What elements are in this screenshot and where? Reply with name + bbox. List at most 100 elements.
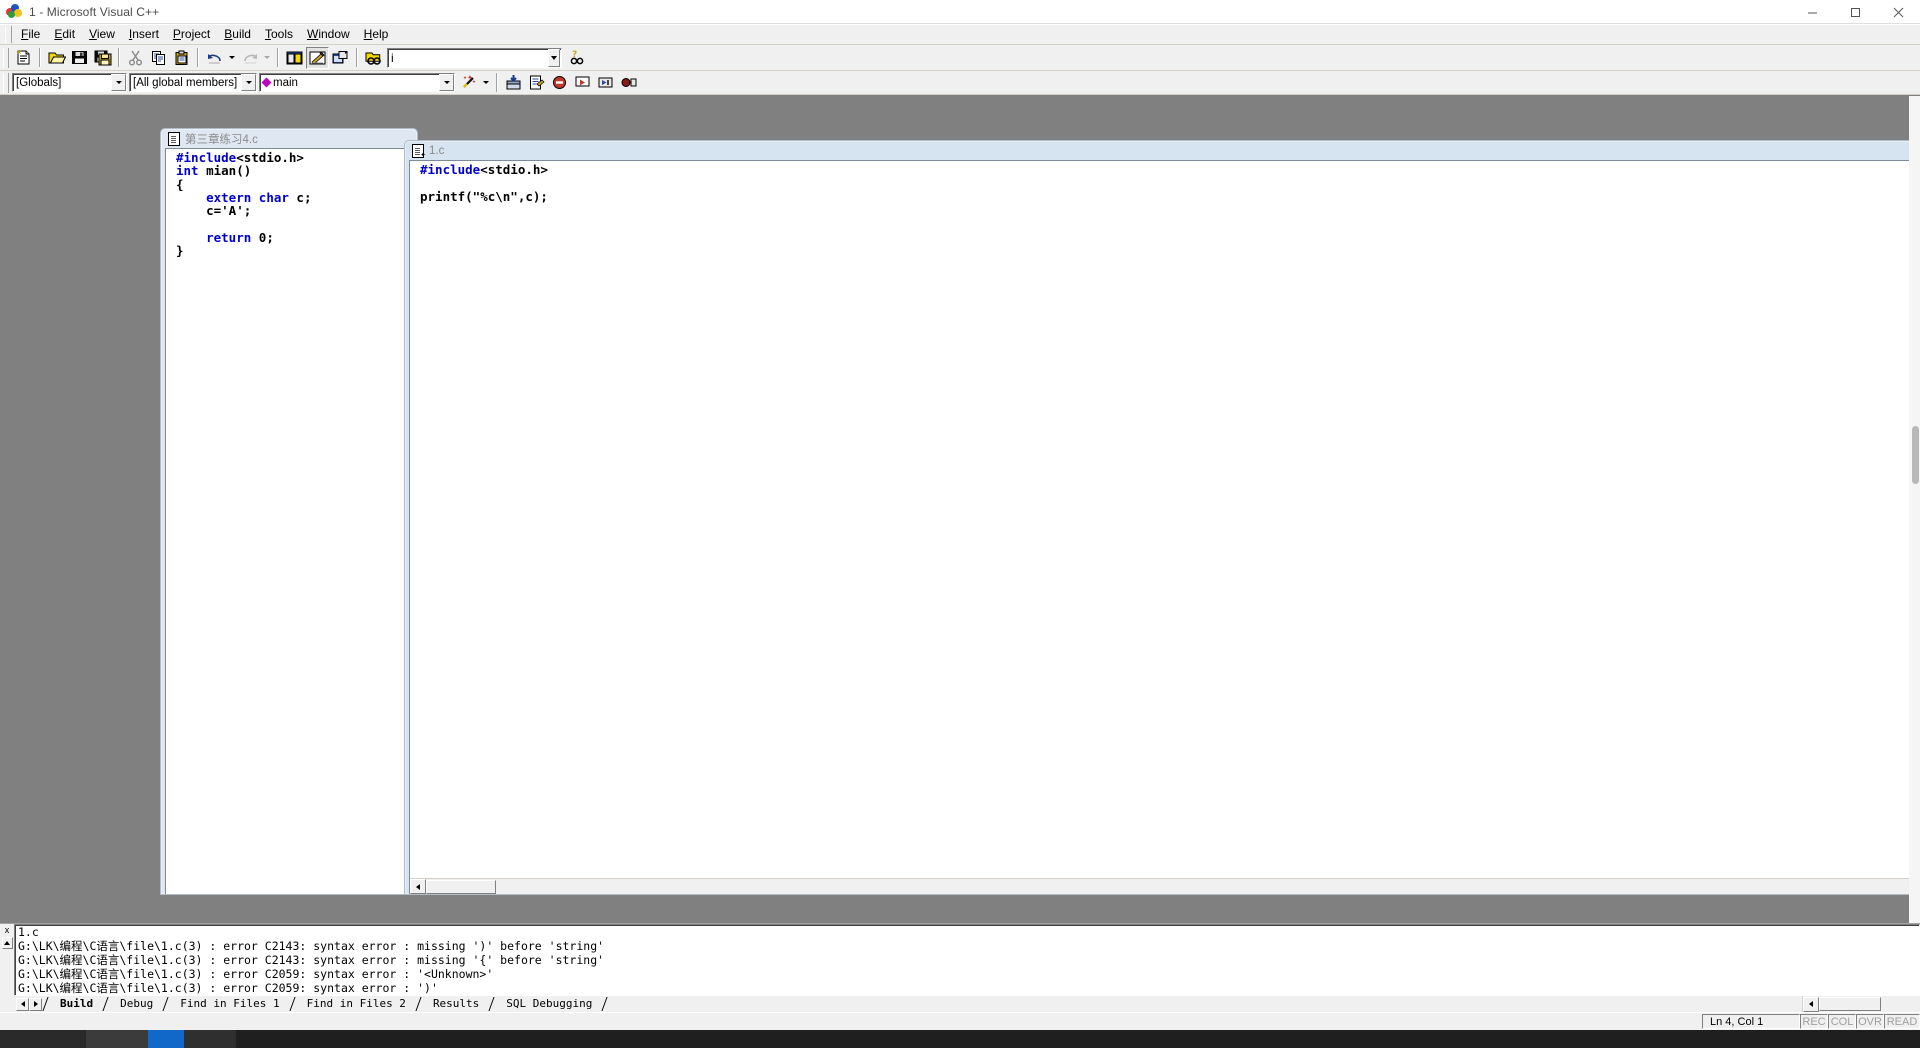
output-text-area[interactable]: 1.c G:\LK\编程\C语言\file\1.c(3) : error C21… (14, 924, 1920, 996)
output-tab-find-in-files-1[interactable]: Find in Files 1 (171, 996, 288, 1012)
output-tab-debug[interactable]: Debug (111, 996, 162, 1012)
close-button[interactable] (1877, 0, 1920, 24)
window-list-icon[interactable] (329, 47, 352, 69)
undo-icon[interactable] (203, 47, 226, 69)
hscroll-left-button[interactable] (410, 879, 426, 894)
os-taskbar (0, 1030, 1920, 1048)
execute-program-icon[interactable] (571, 72, 594, 94)
output-line-3: G:\LK\编程\C语言\file\1.c(3) : error C2059: … (18, 967, 494, 981)
help-search-icon[interactable]: ? (566, 47, 589, 69)
tab-separator (289, 996, 298, 1012)
insert-breakpoint-icon[interactable] (617, 72, 640, 94)
taskbar-item-active[interactable] (148, 1030, 184, 1048)
open-icon[interactable] (45, 47, 68, 69)
output-tab-next-button[interactable] (29, 997, 42, 1011)
undo-dropdown-arrow[interactable] (226, 47, 238, 69)
output-tabstrip: Build Debug Find in Files 1 Find in File… (14, 996, 1802, 1012)
mdi-vertical-scrollbar[interactable] (1909, 96, 1920, 923)
menubar-gripper[interactable] (5, 26, 12, 43)
minimize-button[interactable] (1791, 0, 1834, 24)
wizardbar-gripper[interactable] (3, 72, 9, 93)
mdi-vscrollbar-thumb[interactable] (1912, 426, 1919, 484)
output-scroll-up-button[interactable] (1, 937, 13, 949)
output-tab-sql-debugging[interactable]: SQL Debugging (497, 996, 601, 1012)
output-tab-results[interactable]: Results (424, 996, 488, 1012)
output-line-1: G:\LK\编程\C语言\file\1.c(3) : error C2143: … (18, 939, 605, 953)
build-icon[interactable] (525, 72, 548, 94)
taskbar-start-area[interactable] (0, 1030, 86, 1048)
visual-cpp-logo-icon (6, 3, 22, 20)
editor-window-background[interactable]: 第三章练习4.c #include<stdio.h> int mian() { … (160, 128, 418, 895)
editor-active-hscrollbar[interactable] (410, 878, 1911, 894)
wizardbar-class-value: [Globals] (16, 76, 62, 89)
menu-help[interactable]: Help (357, 25, 396, 44)
editor-background-title: 第三章练习4.c (185, 133, 258, 146)
toolbar-separator (39, 48, 41, 67)
wizardbar-function-combo[interactable]: main (259, 73, 455, 92)
output-hscrollbar[interactable] (1802, 996, 1920, 1012)
status-message (0, 1013, 1702, 1030)
wizardbar-class-dropdown-arrow[interactable] (111, 74, 126, 91)
output-hscroll-left-button[interactable] (1803, 996, 1819, 1012)
editor-active-titlebar[interactable]: ✦ 1.c (405, 141, 1916, 160)
save-all-icon[interactable] (91, 47, 114, 69)
output-hscroll-thumb[interactable] (1819, 997, 1881, 1011)
status-read-indicator: READ (1884, 1014, 1920, 1029)
editor-active-selection-margin[interactable] (410, 161, 419, 894)
menu-tools[interactable]: Tools (258, 25, 300, 44)
wizardbar-member-combo[interactable]: [All global members] (129, 73, 257, 92)
output-line-0: 1.c (18, 925, 39, 939)
hscroll-thumb[interactable] (426, 879, 496, 894)
copy-icon[interactable] (147, 47, 170, 69)
menu-build[interactable]: Build (217, 25, 258, 44)
find-combo-dropdown-arrow[interactable] (548, 48, 560, 67)
compile-icon[interactable] (502, 72, 525, 94)
maximize-button[interactable] (1834, 0, 1877, 24)
taskbar-item-2[interactable] (184, 1030, 236, 1048)
output-tab-prev-button[interactable] (16, 997, 29, 1011)
redo-dropdown-arrow[interactable] (261, 47, 273, 69)
wizardbar-function-dropdown-arrow[interactable] (439, 74, 454, 91)
new-file-star-icon: ✦ (420, 151, 426, 159)
output-tab-find-in-files-2[interactable]: Find in Files 2 (298, 996, 415, 1012)
editor-background-code[interactable]: #include<stdio.h> int mian() { extern ch… (176, 149, 412, 894)
window-controls (1791, 0, 1920, 24)
taskbar-item-1[interactable] (86, 1030, 148, 1048)
find-in-files-icon[interactable] (362, 47, 385, 69)
stop-build-icon[interactable] (548, 72, 571, 94)
new-text-file-icon[interactable] (12, 47, 35, 69)
cut-icon[interactable] (124, 47, 147, 69)
workspace-icon[interactable] (283, 47, 306, 69)
wizardbar-class-combo[interactable]: [Globals] (12, 73, 127, 92)
toolbar-gripper[interactable] (3, 47, 9, 68)
tab-separator (42, 996, 51, 1012)
editor-background-body[interactable]: #include<stdio.h> int mian() { extern ch… (165, 148, 413, 894)
menu-insert[interactable]: Insert (122, 25, 166, 44)
wizardbar-member-dropdown-arrow[interactable] (241, 74, 256, 91)
find-combo[interactable] (387, 47, 562, 68)
editor-background-selection-margin[interactable] (166, 149, 175, 894)
toolbar-separator (197, 48, 199, 67)
editor-window-active[interactable]: ✦ 1.c #include<stdio.h> printf("%c\n",c)… (404, 140, 1917, 895)
window-titlebar: 1 - Microsoft Visual C++ (0, 0, 1920, 24)
menu-edit[interactable]: Edit (47, 25, 82, 44)
menu-window[interactable]: Window (300, 25, 357, 44)
menu-file[interactable]: File (14, 25, 47, 44)
editor-active-body[interactable]: #include<stdio.h> printf("%c\n",c); (409, 160, 1912, 894)
standard-toolbar: ? (0, 45, 1920, 71)
menu-view[interactable]: View (82, 25, 122, 44)
menu-project[interactable]: Project (166, 25, 217, 44)
redo-icon[interactable] (238, 47, 261, 69)
output-close-icon[interactable]: x (2, 925, 13, 936)
paste-icon[interactable] (170, 47, 193, 69)
save-icon[interactable] (68, 47, 91, 69)
editor-background-titlebar[interactable]: 第三章练习4.c (161, 129, 417, 148)
editor-active-code[interactable]: #include<stdio.h> printf("%c\n",c); (420, 161, 1911, 894)
wizardbar-actions-dropdown-arrow[interactable] (480, 72, 492, 94)
go-debug-icon[interactable] (594, 72, 617, 94)
output-window-icon[interactable] (306, 46, 329, 69)
search-input[interactable] (388, 49, 548, 66)
wizardbar: [Globals] [All global members] main (0, 71, 1920, 95)
output-tab-build[interactable]: Build (51, 996, 102, 1012)
magic-wand-icon[interactable] (457, 72, 480, 94)
